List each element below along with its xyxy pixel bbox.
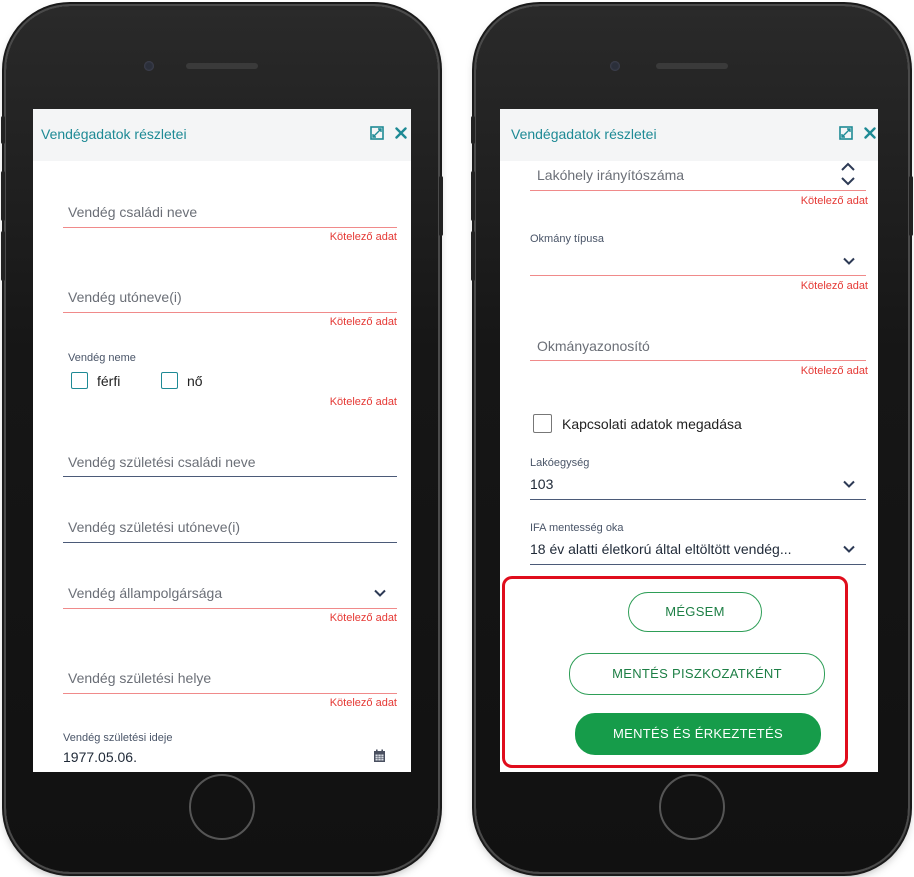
postal-code-error: Kötelező adat	[800, 195, 868, 207]
front-camera	[144, 61, 154, 71]
screen-right: Vendégadatok részletei Lakóhely irányító…	[500, 109, 878, 772]
family-name-error: Kötelező adat	[329, 231, 397, 243]
postal-code-input[interactable]: Lakóhely irányítószáma	[537, 167, 684, 183]
close-icon[interactable]	[393, 125, 409, 141]
chevron-down-icon[interactable]	[373, 586, 387, 600]
chevron-down-icon[interactable]	[842, 254, 856, 268]
front-camera	[610, 61, 620, 71]
chevron-down-icon[interactable]	[842, 542, 856, 556]
given-names-error: Kötelező adat	[329, 316, 397, 328]
close-icon[interactable]	[862, 125, 878, 141]
birth-place-error: Kötelező adat	[329, 697, 397, 709]
birth-given-names-underline	[63, 542, 397, 543]
volume-down-button	[1, 231, 5, 281]
dialog-header: Vendégadatok részletei	[33, 109, 411, 161]
power-button	[909, 176, 913, 236]
dialog-title: Vendégadatok részletei	[511, 126, 657, 142]
power-button	[439, 176, 443, 236]
gender-female-label: nő	[187, 373, 203, 389]
mute-switch	[1, 116, 5, 144]
citizenship-select[interactable]: Vendég állampolgársága	[68, 585, 222, 601]
birth-family-name-input[interactable]: Vendég születési családi neve	[68, 454, 256, 470]
birth-given-names-input[interactable]: Vendég születési utóneve(i)	[68, 519, 240, 535]
spinner-arrows-icon[interactable]	[840, 161, 856, 187]
document-type-label: Okmány típusa	[530, 233, 604, 245]
dialog-header: Vendégadatok részletei	[500, 109, 878, 161]
vat-exemption-underline	[530, 564, 866, 565]
volume-down-button	[471, 231, 475, 281]
screen-left: Vendégadatok részletei Vendég családi ne…	[33, 109, 411, 772]
document-id-input[interactable]: Okmányazonosító	[537, 338, 650, 354]
family-name-input[interactable]: Vendég családi neve	[68, 204, 197, 220]
expand-icon[interactable]	[838, 125, 854, 141]
postal-code-underline	[530, 190, 866, 191]
phone-right: Vendégadatok részletei Lakóhely irányító…	[471, 6, 913, 872]
birth-family-name-underline	[63, 476, 397, 477]
unit-label: Lakóegység	[530, 457, 590, 469]
home-button	[189, 774, 255, 840]
volume-up-button	[471, 171, 475, 221]
calendar-icon[interactable]	[373, 749, 386, 763]
document-id-underline	[530, 360, 866, 361]
save-draft-button[interactable]: MENTÉS PISZKOZATKÉNT	[569, 653, 825, 695]
document-id-error: Kötelező adat	[800, 365, 868, 377]
contact-details-label: Kapcsolati adatok megadása	[562, 416, 742, 432]
volume-up-button	[1, 171, 5, 221]
birth-place-underline	[63, 693, 397, 694]
gender-male-label: férfi	[97, 373, 121, 389]
gender-female-checkbox[interactable]	[161, 372, 178, 389]
citizenship-underline	[63, 608, 397, 609]
dialog-title: Vendégadatok részletei	[41, 126, 187, 142]
birth-place-input[interactable]: Vendég születési helye	[68, 670, 211, 686]
mute-switch	[471, 116, 475, 144]
family-name-underline	[63, 227, 397, 228]
contact-details-checkbox[interactable]	[533, 414, 552, 433]
gender-error: Kötelező adat	[329, 396, 397, 408]
earpiece-speaker	[656, 63, 728, 69]
unit-select[interactable]: 103	[530, 476, 553, 492]
given-names-underline	[63, 312, 397, 313]
gender-male-checkbox[interactable]	[71, 372, 88, 389]
citizenship-error: Kötelező adat	[329, 612, 397, 624]
expand-icon[interactable]	[369, 125, 385, 141]
birth-date-label: Vendég születési ideje	[63, 732, 173, 744]
cancel-button[interactable]: MÉGSEM	[628, 592, 762, 632]
vat-exemption-label: IFA mentesség oka	[530, 522, 624, 534]
phone-left: Vendégadatok részletei Vendég családi ne…	[1, 6, 443, 872]
earpiece-speaker	[186, 63, 258, 69]
unit-underline	[530, 499, 866, 500]
save-and-checkin-button[interactable]: MENTÉS ÉS ÉRKEZTETÉS	[575, 713, 821, 755]
birth-date-input[interactable]: 1977.05.06.	[63, 749, 137, 765]
vat-exemption-select[interactable]: 18 év alatti életkorú által eltöltött ve…	[530, 541, 792, 557]
gender-label: Vendég neme	[68, 352, 136, 364]
document-type-select[interactable]	[530, 275, 866, 276]
home-button	[659, 774, 725, 840]
given-names-input[interactable]: Vendég utóneve(i)	[68, 289, 182, 305]
chevron-down-icon[interactable]	[842, 477, 856, 491]
document-type-error: Kötelező adat	[800, 280, 868, 292]
